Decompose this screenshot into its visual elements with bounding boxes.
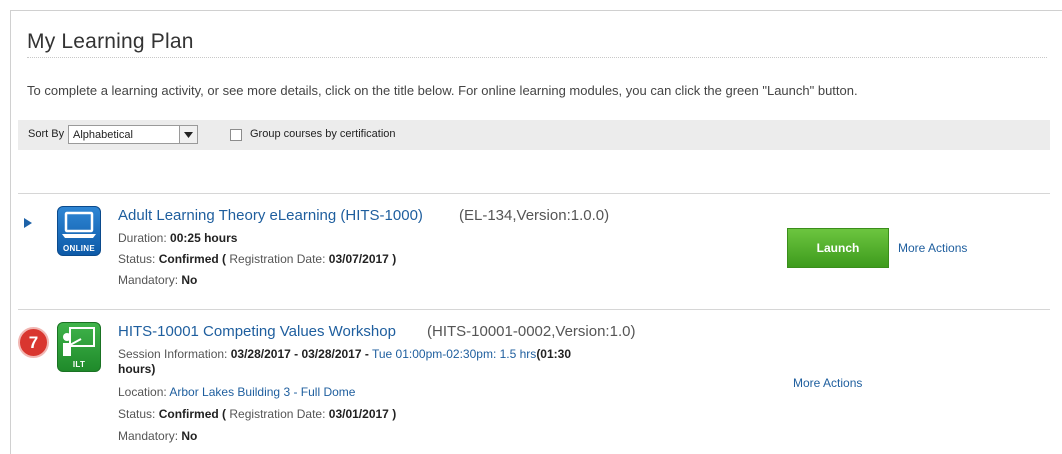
online-laptop-icon: ONLINE xyxy=(57,206,101,256)
step-number-badge: 7 xyxy=(18,327,49,358)
icon-caption: ONLINE xyxy=(62,244,96,253)
session-info-label: Session Information: xyxy=(118,347,228,361)
duration-line: Duration: 00:25 hours xyxy=(118,231,237,245)
status-label: Status: xyxy=(118,407,156,421)
group-by-certification-checkbox[interactable] xyxy=(230,129,242,141)
session-time-link[interactable]: Tue 01:00pm-02:30pm: 1.5 hrs xyxy=(372,347,536,361)
sort-by-label: Sort By xyxy=(28,128,65,140)
session-info-line: Session Information: 03/28/2017 - 03/28/… xyxy=(118,347,571,361)
page-title: My Learning Plan xyxy=(27,30,194,53)
duration-value: 00:25 hours xyxy=(170,231,238,245)
session-hours: (01:30 xyxy=(536,347,571,361)
course-code: (HITS-10001-0002,Version:1.0) xyxy=(427,323,636,340)
mandatory-line: Mandatory: No xyxy=(118,273,197,287)
registration-date-value: 03/01/2017 xyxy=(328,407,389,421)
row-divider xyxy=(18,309,1050,310)
more-actions-link[interactable]: More Actions xyxy=(793,376,862,390)
status-value: Confirmed xyxy=(158,252,219,266)
status-value: Confirmed xyxy=(158,407,219,421)
ilt-classroom-icon: ILT xyxy=(57,322,101,372)
icon-caption: ILT xyxy=(72,360,86,369)
sort-select[interactable]: Alphabetical xyxy=(68,125,198,144)
title-divider xyxy=(27,57,1047,58)
course-title-link[interactable]: Adult Learning Theory eLearning (HITS-10… xyxy=(118,207,423,224)
expand-arrow-icon[interactable] xyxy=(24,218,32,228)
registration-date-label: Registration Date: xyxy=(229,252,326,266)
registration-date-value: 03/07/2017 xyxy=(328,252,389,266)
duration-label: Duration: xyxy=(118,231,167,245)
course-code: (EL-134,Version:1.0.0) xyxy=(459,207,610,224)
session-hours-wrap: hours) xyxy=(118,362,155,376)
mandatory-value: No xyxy=(181,429,198,443)
group-by-certification-label: Group courses by certification xyxy=(250,128,396,140)
paren-open: ( xyxy=(222,252,227,266)
sort-select-value: Alphabetical xyxy=(73,129,133,141)
chevron-down-icon[interactable] xyxy=(179,126,197,143)
session-hours-cont: hours) xyxy=(118,362,156,376)
status-label: Status: xyxy=(118,252,156,266)
paren-close: ) xyxy=(392,407,397,421)
status-line: Status: Confirmed ( Registration Date: 0… xyxy=(118,252,396,266)
session-dates: 03/28/2017 - 03/28/2017 - xyxy=(230,347,369,361)
status-line: Status: Confirmed ( Registration Date: 0… xyxy=(118,407,396,421)
paren-open: ( xyxy=(222,407,227,421)
mandatory-label: Mandatory: xyxy=(118,429,179,443)
mandatory-value: No xyxy=(181,273,198,287)
location-line: Location: Arbor Lakes Building 3 - Full … xyxy=(118,385,355,399)
launch-button[interactable]: Launch xyxy=(787,228,889,268)
more-actions-link[interactable]: More Actions xyxy=(898,241,967,255)
row-divider xyxy=(18,193,1050,194)
mandatory-line: Mandatory: No xyxy=(118,429,197,443)
registration-date-label: Registration Date: xyxy=(229,407,326,421)
instructions-text: To complete a learning activity, or see … xyxy=(27,83,858,98)
mandatory-label: Mandatory: xyxy=(118,273,179,287)
course-title-link[interactable]: HITS-10001 Competing Values Workshop xyxy=(118,323,396,340)
sort-toolbar: Sort By Alphabetical Group courses by ce… xyxy=(18,120,1050,150)
location-link[interactable]: Arbor Lakes Building 3 - Full Dome xyxy=(169,385,355,399)
paren-close: ) xyxy=(392,252,397,266)
location-label: Location: xyxy=(118,385,167,399)
